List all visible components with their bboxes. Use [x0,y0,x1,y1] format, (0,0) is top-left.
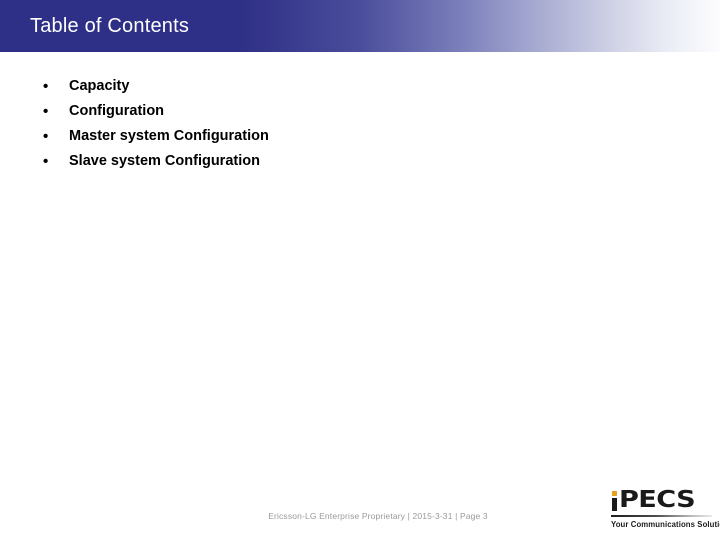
logo-divider [611,515,712,517]
list-item: • Master system Configuration [0,124,620,149]
bullet-icon: • [43,103,49,120]
bullet-icon: • [43,128,49,145]
list-item: • Capacity [0,74,620,99]
list-item-label: Master system Configuration [69,128,269,144]
slide-header-band: Table of Contents [0,0,720,52]
logo-i-stem-icon [612,498,617,511]
logo-tagline: Your Communications Solution [611,520,720,529]
page-title: Table of Contents [30,15,190,37]
list-item: • Slave system Configuration [0,149,620,174]
presentation-slide: Table of Contents • Capacity • Configura… [0,0,720,540]
list-item: • Configuration [0,99,620,124]
logo-wordmark: PECS [611,489,712,512]
bullet-icon: • [43,78,49,95]
logo-wordmark-text: PECS [619,487,696,513]
bullet-icon: • [43,153,49,170]
list-item-label: Slave system Configuration [69,153,260,169]
list-item-label: Configuration [69,103,165,119]
logo-i-dot-icon [612,491,617,496]
ipecs-logo: PECS Your Communications Solution [611,489,720,533]
list-item-label: Capacity [69,78,130,94]
table-of-contents-list: • Capacity • Configuration • Master syst… [0,74,620,174]
